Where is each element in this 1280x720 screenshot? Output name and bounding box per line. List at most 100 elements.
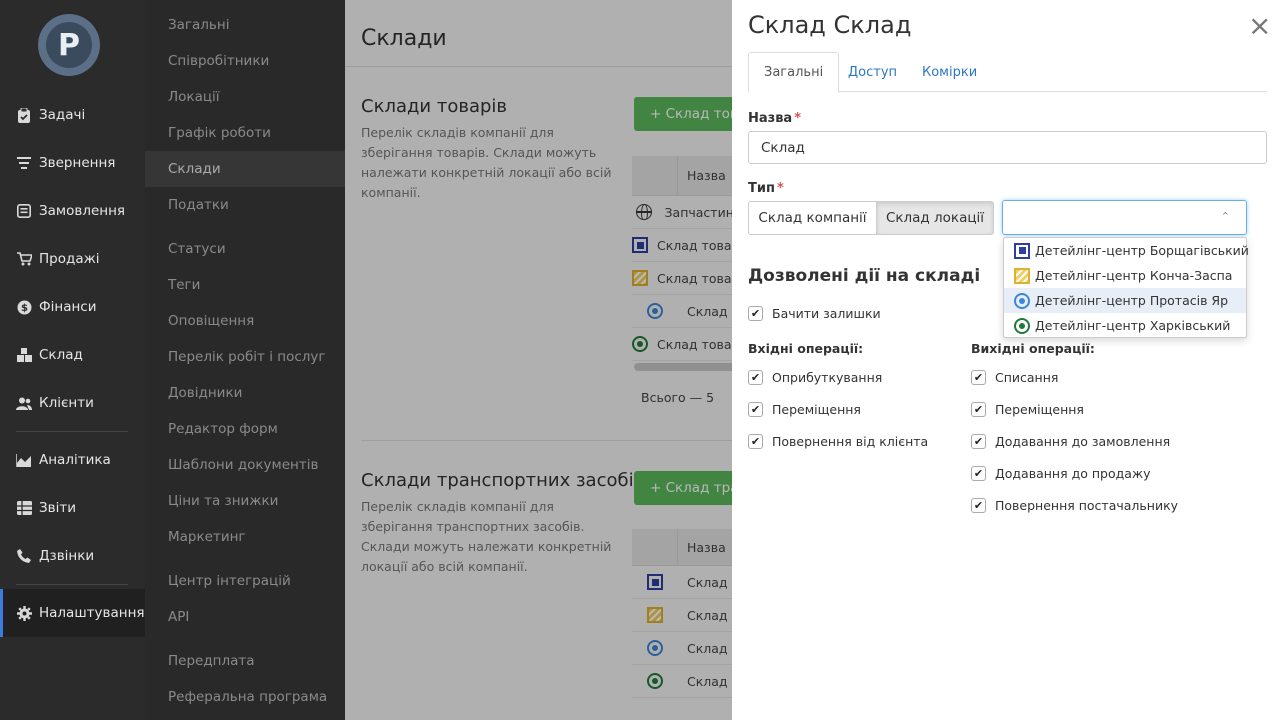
subnav-item-warehouses[interactable]: Склади bbox=[145, 151, 345, 187]
header-divider bbox=[345, 66, 732, 67]
tab-access[interactable]: Доступ bbox=[848, 52, 897, 92]
row-name: Склад товарів bbox=[657, 237, 732, 253]
table-row[interactable]: Склад в bbox=[632, 599, 732, 632]
receipt-icon bbox=[16, 203, 32, 219]
nav-item-analytics[interactable]: Аналітика bbox=[0, 436, 145, 484]
check-icon: ✔ bbox=[748, 434, 763, 449]
table-row[interactable]: Склад в bbox=[632, 566, 732, 599]
see-balances-checkbox[interactable]: ✔ Бачити залишки bbox=[748, 306, 881, 321]
location-option[interactable]: Детейлінг-центр Борщагівський bbox=[1004, 238, 1249, 263]
nav-item-tasks[interactable]: Задачі bbox=[0, 91, 145, 139]
nav-item-clients[interactable]: Клієнти bbox=[0, 379, 145, 427]
table-row[interactable]: Запчастини bbox=[632, 196, 732, 229]
nav-item-warehouse[interactable]: Склад bbox=[0, 331, 145, 379]
nav-item-finance[interactable]: $ Фінанси bbox=[0, 283, 145, 331]
name-column-header: Назва bbox=[687, 168, 726, 183]
check-icon: ✔ bbox=[971, 498, 986, 513]
subnav-item-doc-templates[interactable]: Шаблони документів bbox=[145, 447, 345, 483]
subnav-item-employees[interactable]: Співробітники bbox=[145, 43, 345, 79]
nav-item-label: Задачі bbox=[39, 107, 86, 123]
name-input[interactable]: Склад bbox=[748, 131, 1267, 164]
boxes-icon bbox=[16, 347, 32, 363]
subnav-item-notifications[interactable]: Оповіщення bbox=[145, 303, 345, 339]
blue-circle-location-icon bbox=[647, 303, 663, 319]
check-icon: ✔ bbox=[748, 370, 763, 385]
add-goods-warehouse-button[interactable]: + Склад товарів bbox=[634, 97, 732, 131]
nav-item-requests[interactable]: Звернення bbox=[0, 139, 145, 187]
subnav-item-schedule[interactable]: Графік роботи bbox=[145, 115, 345, 151]
section-divider bbox=[361, 440, 732, 441]
chevron-up-icon: ⌃ bbox=[1220, 210, 1230, 223]
subnav-item-marketing[interactable]: Маркетинг bbox=[145, 519, 345, 555]
incoming-client-return-checkbox[interactable]: ✔ Повернення від клієнта bbox=[748, 434, 928, 449]
outgoing-supplier-return-checkbox[interactable]: ✔ Повернення постачальнику bbox=[971, 498, 1178, 513]
nav-item-label: Дзвінки bbox=[39, 548, 95, 564]
subnav-item-directories[interactable]: Довідники bbox=[145, 375, 345, 411]
users-icon bbox=[16, 395, 32, 411]
close-icon[interactable]: × bbox=[1248, 12, 1271, 40]
blue-square-location-icon bbox=[632, 237, 648, 253]
subnav-item-statuses[interactable]: Статуси bbox=[145, 231, 345, 267]
type-label: Тип * bbox=[748, 181, 784, 196]
tab-general[interactable]: Загальні bbox=[748, 52, 840, 93]
subnav-item-prices[interactable]: Ціни та знижки bbox=[145, 483, 345, 519]
area-chart-icon bbox=[16, 452, 32, 468]
table-row[interactable]: Склад в bbox=[632, 665, 732, 698]
location-select[interactable]: ⌃ bbox=[1002, 200, 1247, 235]
subnav-item-form-editor[interactable]: Редактор форм bbox=[145, 411, 345, 447]
nav-item-calls[interactable]: Дзвінки bbox=[0, 532, 145, 580]
globe-icon bbox=[635, 204, 652, 220]
check-icon: ✔ bbox=[748, 306, 763, 321]
subnav-item-general[interactable]: Загальні bbox=[145, 7, 345, 43]
subnav-item-subscription[interactable]: Передплата bbox=[145, 643, 345, 679]
subnav-item-taxes[interactable]: Податки bbox=[145, 187, 345, 223]
nav-separator bbox=[16, 431, 128, 432]
checkbox-label: Переміщення bbox=[995, 402, 1084, 417]
nav-item-label: Фінанси bbox=[39, 299, 97, 315]
subnav-item-tags[interactable]: Теги bbox=[145, 267, 345, 303]
outgoing-add-to-sale-checkbox[interactable]: ✔ Додавання до продажу bbox=[971, 466, 1151, 481]
tab-cells[interactable]: Комірки bbox=[922, 52, 977, 92]
subnav-item-locations[interactable]: Локації bbox=[145, 79, 345, 115]
table-row[interactable]: Склад товарів bbox=[632, 328, 732, 361]
nav-item-reports[interactable]: Звіти bbox=[0, 484, 145, 532]
app-logo[interactable]: P bbox=[38, 14, 100, 76]
filter-lines-icon bbox=[16, 155, 32, 171]
nav-item-settings[interactable]: Налаштування bbox=[0, 589, 145, 637]
yellow-striped-location-icon bbox=[632, 270, 648, 286]
location-option[interactable]: Детейлінг-центр Харківський bbox=[1004, 313, 1246, 338]
subnav-item-integrations[interactable]: Центр інтеграцій bbox=[145, 563, 345, 599]
outgoing-add-to-order-checkbox[interactable]: ✔ Додавання до замовлення bbox=[971, 434, 1170, 449]
table-scrollbar[interactable] bbox=[634, 363, 732, 371]
incoming-receipt-checkbox[interactable]: ✔ Оприбуткування bbox=[748, 370, 882, 385]
green-circle-location-icon bbox=[1014, 317, 1030, 334]
table-row[interactable]: Склад bbox=[632, 632, 732, 665]
subnav-item-referral[interactable]: Реферальна програма bbox=[145, 679, 345, 715]
outgoing-transfer-checkbox[interactable]: ✔ Переміщення bbox=[971, 402, 1084, 417]
cart-icon bbox=[16, 251, 32, 267]
incoming-title: Вхідні операції: bbox=[748, 341, 864, 356]
type-company-button[interactable]: Склад компанії bbox=[748, 201, 877, 235]
nav-item-sales[interactable]: Продажі bbox=[0, 235, 145, 283]
add-vehicle-warehouse-button[interactable]: + Склад транспорту bbox=[634, 471, 732, 505]
vehicles-section-desc: Перелік складів компанії для зберігання … bbox=[361, 499, 612, 574]
nav-item-label: Налаштування bbox=[39, 605, 145, 621]
row-name: Склад bbox=[687, 303, 728, 319]
table-row[interactable]: Склад товарів bbox=[632, 262, 732, 295]
subnav-item-services[interactable]: Перелік робіт і послуг bbox=[145, 339, 345, 375]
gear-icon bbox=[16, 605, 32, 621]
subnav-item-api[interactable]: API bbox=[145, 599, 345, 635]
row-name: Склад товарів bbox=[657, 270, 732, 286]
incoming-transfer-checkbox[interactable]: ✔ Переміщення bbox=[748, 402, 861, 417]
nav-item-label: Звернення bbox=[39, 155, 116, 171]
checkbox-label: Бачити залишки bbox=[772, 306, 881, 321]
row-name: Склад в bbox=[687, 673, 732, 689]
table-row[interactable]: Склад товарів bbox=[632, 229, 732, 262]
location-option[interactable]: Детейлінг-центр Конча-Заспа bbox=[1004, 263, 1246, 288]
outgoing-writeoff-checkbox[interactable]: ✔ Списання bbox=[971, 370, 1058, 385]
location-option[interactable]: Детейлінг-центр Протасів Яр bbox=[1004, 288, 1246, 313]
type-location-button[interactable]: Склад локації bbox=[876, 201, 994, 235]
green-circle-location-icon bbox=[647, 673, 663, 689]
table-row[interactable]: Склад bbox=[632, 295, 732, 328]
nav-item-orders[interactable]: Замовлення bbox=[0, 187, 145, 235]
